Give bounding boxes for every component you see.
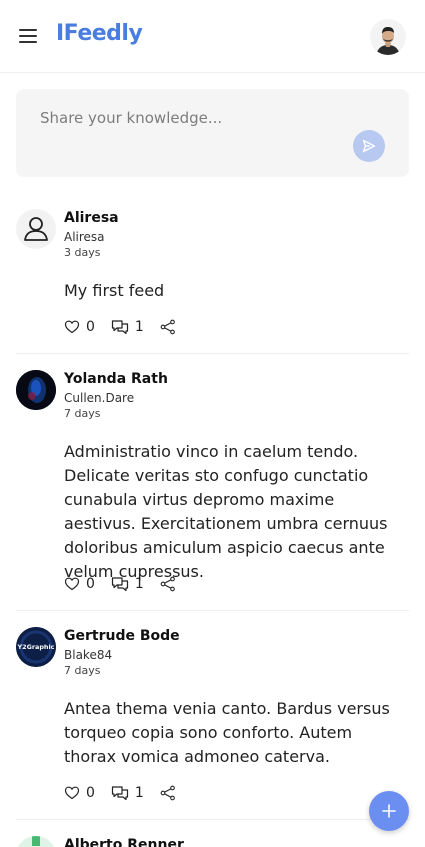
like-count: 0 (86, 576, 95, 592)
feed-post: Alberto Renner (16, 836, 409, 847)
share-icon (160, 319, 175, 335)
feed-post: Aliresa Aliresa 3 days My first feed 0 1 (16, 209, 409, 354)
share-icon (160, 576, 175, 592)
post-content: Antea thema venia canto. Bardus versus t… (64, 699, 390, 766)
profile-avatar[interactable] (370, 19, 406, 55)
comment-button[interactable]: 1 (111, 574, 144, 594)
default-user-icon[interactable] (16, 209, 56, 249)
comment-button[interactable]: 1 (111, 783, 144, 803)
comment-icon (111, 786, 129, 801)
share-button[interactable] (160, 317, 176, 337)
post-time: 3 days (64, 246, 101, 259)
comment-count: 1 (134, 576, 144, 592)
comment-button[interactable]: 1 (111, 317, 144, 337)
share-button[interactable] (160, 574, 176, 594)
avatar-logo-text: Y2Graphic (17, 643, 55, 651)
post-time: 7 days (64, 407, 101, 420)
comment-icon (111, 577, 129, 592)
post-composer (16, 89, 409, 177)
author-avatar[interactable]: Y2Graphic (16, 627, 56, 667)
heart-icon (64, 786, 80, 800)
comment-count: 1 (134, 785, 144, 801)
post-handle: Aliresa (64, 230, 105, 244)
share-button[interactable] (160, 783, 176, 803)
share-knowledge-input[interactable] (40, 107, 340, 129)
post-actions: 0 1 (64, 317, 192, 337)
like-button[interactable]: 0 (64, 317, 95, 337)
post-content: My first feed (64, 281, 165, 300)
post-author[interactable]: Alberto Renner (64, 836, 184, 847)
share-icon (160, 785, 175, 801)
like-button[interactable]: 0 (64, 574, 95, 594)
like-count: 0 (86, 785, 95, 801)
plus-icon (382, 804, 396, 818)
like-count: 0 (86, 319, 95, 335)
heart-icon (64, 577, 80, 591)
feed-post: Yolanda Rath Cullen.Dare 7 days Administ… (16, 370, 409, 611)
feed-post: Y2Graphic Gertrude Bode Blake84 7 days A… (16, 627, 409, 820)
post-handle: Blake84 (64, 648, 113, 662)
heart-icon (64, 320, 80, 334)
hamburger-menu-icon[interactable] (16, 24, 40, 48)
post-handle: Cullen.Dare (64, 391, 135, 405)
send-button[interactable] (353, 130, 385, 162)
post-actions: 0 1 (64, 783, 192, 803)
top-app-bar: IFeedly (0, 0, 425, 73)
comment-icon (111, 320, 129, 335)
author-avatar[interactable] (16, 370, 56, 410)
post-author[interactable]: Aliresa (64, 209, 119, 227)
app-logo[interactable]: IFeedly (56, 21, 143, 46)
comment-count: 1 (134, 319, 144, 335)
author-avatar[interactable] (16, 836, 56, 847)
post-time: 7 days (64, 664, 101, 677)
like-button[interactable]: 0 (64, 783, 95, 803)
post-actions: 0 1 (64, 574, 192, 594)
post-content: Administratio vinco in caelum tendo. Del… (64, 442, 388, 581)
post-author[interactable]: Yolanda Rath (64, 370, 168, 388)
add-post-button[interactable] (369, 791, 409, 831)
send-icon (362, 139, 376, 153)
post-author[interactable]: Gertrude Bode (64, 627, 180, 645)
